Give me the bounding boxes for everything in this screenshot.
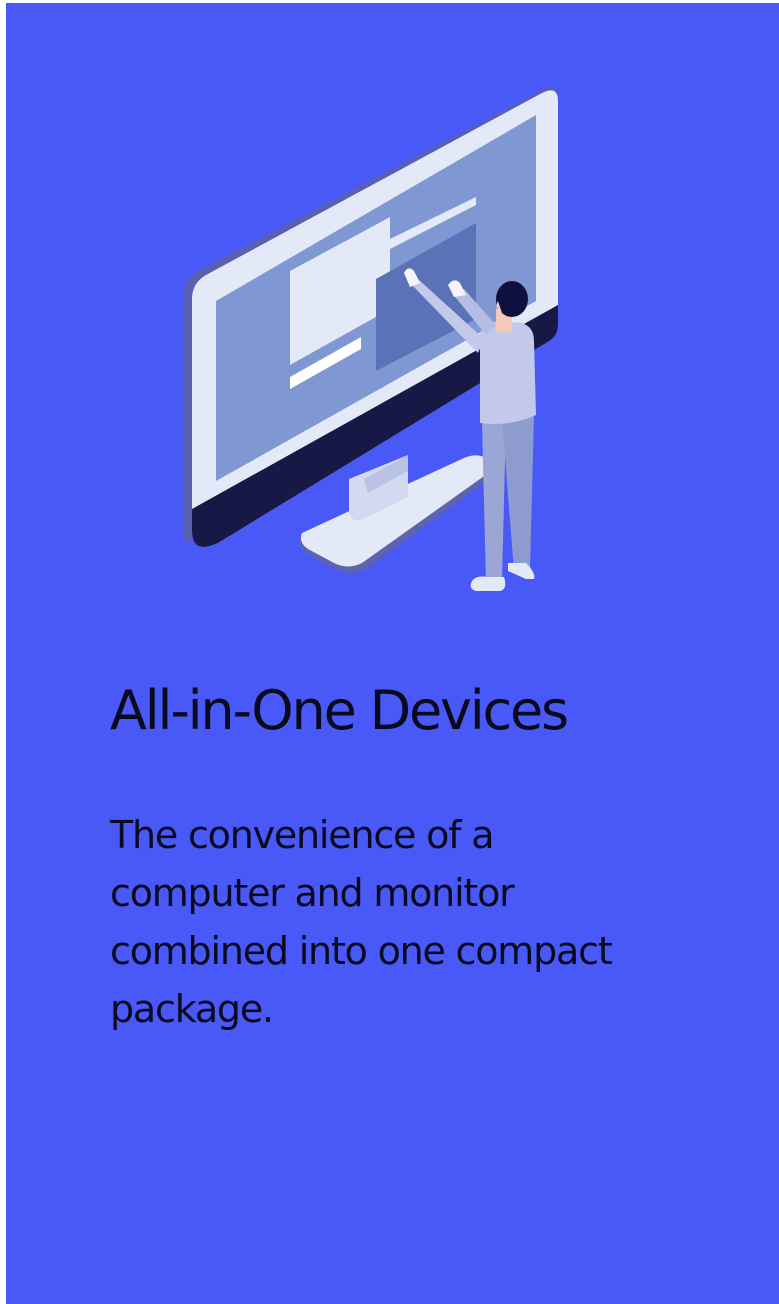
card-description: The convenience of a computer and monito… xyxy=(110,813,613,1031)
person-leg-right xyxy=(502,415,534,571)
person-leg-left xyxy=(482,421,506,581)
person-shoe-left xyxy=(470,576,506,591)
feature-card: All-in-One Devices The convenience of a … xyxy=(6,3,779,1304)
person-torso xyxy=(480,321,536,424)
person-shoe-right xyxy=(508,563,535,579)
all-in-one-computer-person-icon xyxy=(184,87,558,591)
card-title: All-in-One Devices xyxy=(110,679,569,742)
